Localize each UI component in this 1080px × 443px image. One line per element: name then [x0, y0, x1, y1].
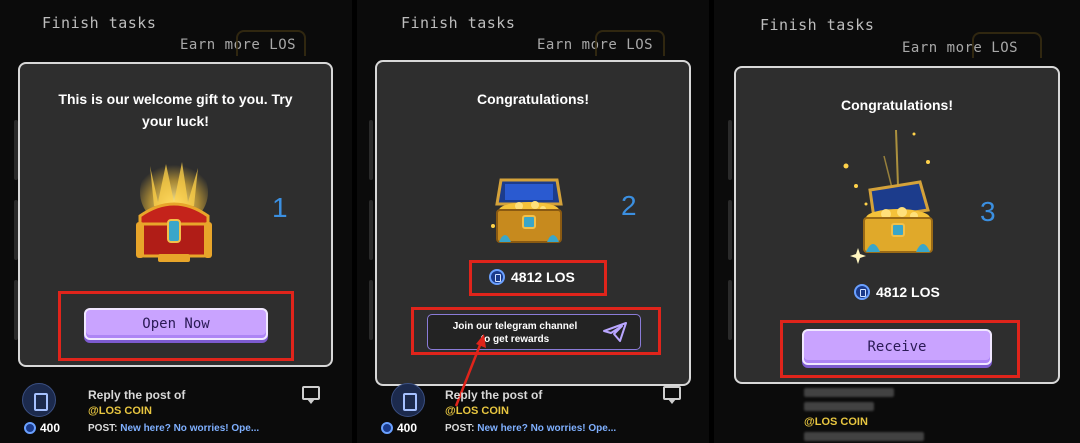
congratulations-modal: Congratulations! 2 4812 LOS Join our tel… — [375, 60, 691, 386]
post-preview: POST: New here? No worries! Ope... — [445, 423, 616, 434]
post-text: New here? No worries! Ope... — [477, 423, 617, 434]
post-handle: @LOS COIN — [88, 405, 152, 417]
step-number-1: 1 — [272, 192, 288, 223]
comment-icon[interactable] — [302, 386, 320, 404]
finish-tasks-title: Finish tasks — [401, 14, 516, 32]
header-decoration — [972, 32, 1042, 58]
blurred-post-title — [804, 388, 894, 397]
modal-title: This is our welcome gift to you. Try you… — [58, 91, 293, 129]
post-reward: 400 — [381, 421, 417, 435]
treasure-chest-icon — [491, 178, 563, 243]
amount-text: 4812 LOS — [876, 284, 940, 300]
finish-tasks-title: Finish tasks — [760, 16, 875, 34]
comment-icon[interactable] — [663, 386, 681, 404]
post-label: POST: — [88, 423, 118, 434]
blurred-post-line — [804, 402, 874, 411]
amount-text: 4812 LOS — [511, 269, 575, 285]
task-post-card[interactable]: Reply the post of @LOS COIN POST: New he… — [18, 380, 333, 443]
los-coin-icon — [24, 422, 36, 434]
task-card-edge — [728, 120, 732, 180]
receive-button[interactable]: Receive — [802, 329, 992, 365]
los-coin-icon — [381, 422, 393, 434]
step-number-3: 3 — [980, 196, 996, 227]
post-text: New here? No worries! Ope... — [120, 423, 260, 434]
post-reward: 400 — [24, 421, 60, 435]
los-coin-icon — [489, 269, 505, 285]
modal-title: Congratulations! — [841, 97, 953, 113]
task-card-edge — [728, 200, 732, 260]
los-coin-avatar — [22, 383, 56, 417]
header-decoration — [595, 30, 665, 56]
receive-modal: Congratulations! 3 4812 LOS Receive — [734, 66, 1060, 384]
task-card-edge — [369, 280, 373, 340]
post-handle: @LOS COIN — [445, 405, 509, 417]
los-amount: 4812 LOS — [489, 269, 575, 285]
los-amount: 4812 LOS — [854, 284, 940, 300]
screen-1-welcome-gift: Finish tasks Earn more LOS This is our w… — [0, 0, 352, 443]
post-preview: POST: New here? No worries! Ope... — [88, 423, 259, 434]
blurred-post-line — [804, 432, 924, 441]
post-title: Reply the post of — [445, 388, 543, 402]
step-number-2: 2 — [621, 190, 637, 221]
treasure-chest-icon — [136, 158, 212, 262]
post-handle: @LOS COIN — [804, 416, 868, 428]
screen-3-receive: Finish tasks Earn more LOS Congratulatio… — [714, 0, 1080, 443]
task-card-edge — [369, 200, 373, 260]
header-decoration — [236, 30, 306, 56]
modal-title: Congratulations! — [477, 91, 589, 107]
screen-2-congratulations: Finish tasks Earn more LOS Congratulatio… — [357, 0, 709, 443]
reward-amount: 400 — [40, 421, 61, 435]
reward-amount: 400 — [397, 421, 418, 435]
welcome-gift-modal: This is our welcome gift to you. Try you… — [18, 62, 333, 367]
los-coin-icon — [854, 284, 870, 300]
task-card-edge — [728, 280, 732, 340]
task-card-edge — [369, 120, 373, 180]
post-title: Reply the post of — [88, 388, 186, 402]
task-post-card[interactable]: @LOS COIN — [734, 384, 1060, 443]
open-now-button[interactable]: Open Now — [84, 308, 268, 340]
finish-tasks-title: Finish tasks — [42, 14, 157, 32]
post-label: POST: — [445, 423, 475, 434]
los-coin-avatar — [391, 383, 425, 417]
task-post-card[interactable]: Reply the post of @LOS COIN POST: New he… — [375, 380, 691, 443]
telegram-plane-icon — [603, 322, 627, 342]
treasure-chest-icon — [843, 129, 933, 264]
